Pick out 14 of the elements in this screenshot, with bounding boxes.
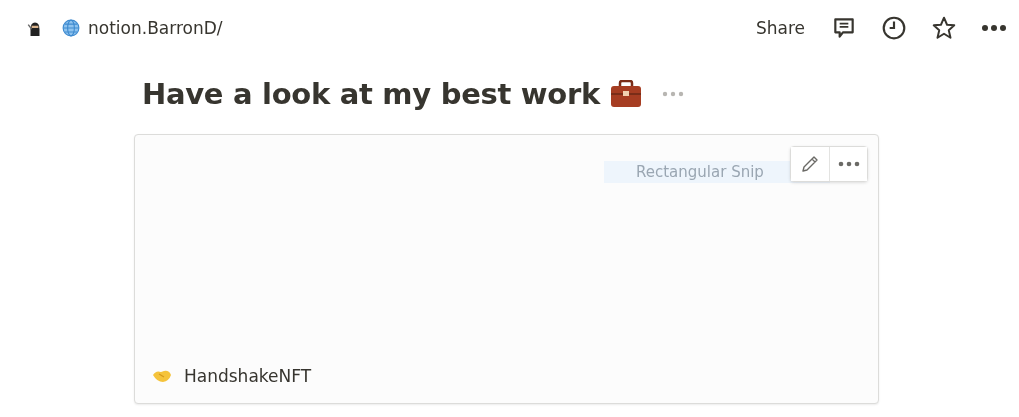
more-button[interactable] [829, 147, 867, 181]
clock-icon[interactable] [881, 14, 907, 41]
briefcase-icon [609, 80, 642, 108]
card-title: HandshakeNFT [184, 366, 312, 386]
globe-icon [62, 18, 80, 37]
edit-button[interactable] [791, 147, 829, 181]
share-button[interactable]: Share [755, 17, 805, 38]
page-title: Have a look at my best work [142, 77, 600, 111]
more-icon[interactable] [981, 23, 1007, 32]
more-icon [837, 161, 860, 167]
star-icon[interactable] [931, 14, 957, 41]
pencil-icon [800, 154, 820, 174]
breadcrumb-link[interactable]: notion.BarronD/ [88, 17, 223, 38]
gallery-card[interactable]: Rectangular Snip HandshakeNFT [134, 134, 879, 404]
